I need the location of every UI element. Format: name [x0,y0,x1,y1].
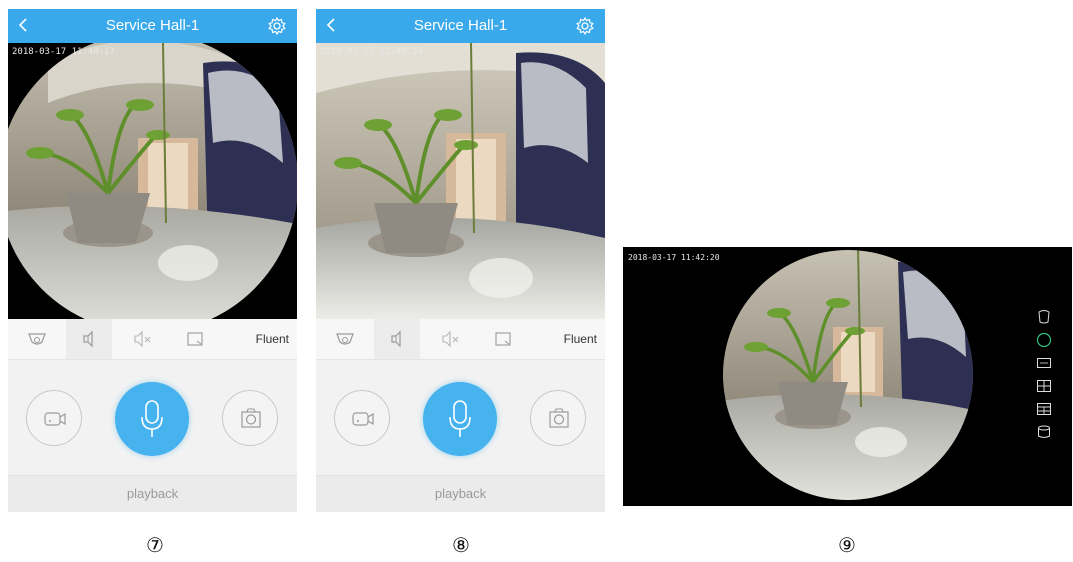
cylinder-mode-icon[interactable] [1036,424,1052,440]
playback-button[interactable]: playback [316,475,605,512]
record-button[interactable] [26,390,82,446]
quad-split-icon[interactable] [1036,378,1052,394]
mute-icon [134,330,151,348]
circle-mode-icon[interactable] [1036,332,1052,348]
talk-button[interactable] [115,382,189,456]
snapshot-icon [549,408,569,428]
fisheye-mode-icon[interactable] [1036,309,1052,325]
control-panel [8,360,297,475]
stream-quality-selector[interactable]: Fluent [564,332,597,346]
dewarped-video-frame [316,43,605,319]
video-toolbar: Fluent [8,319,297,360]
record-video-icon [352,412,374,426]
figure-caption-8: ⑧ [452,533,470,557]
page-title: Service Hall-1 [413,17,508,34]
fullscreen-button[interactable] [172,319,218,359]
video-timestamp: 2018-03-17 11:40:24 [320,47,423,57]
figure-caption-7: ⑦ [146,533,164,557]
fullscreen-icon [495,332,511,346]
mute-button[interactable] [427,319,473,359]
gear-icon[interactable] [575,16,595,36]
fullscreen-button[interactable] [480,319,526,359]
control-panel [316,360,605,475]
record-button[interactable] [334,390,390,446]
view-mode-button[interactable] [14,319,60,359]
speaker-icon [391,330,401,348]
fullscreen-icon [187,332,203,346]
video-timestamp: 2018-03-17 11:42:20 [628,253,720,262]
video-timestamp: 2018-03-17 11:40:17 [12,47,115,57]
record-video-icon [44,412,66,426]
mute-button[interactable] [119,319,165,359]
fisheye-view-icon [28,333,46,345]
gear-icon[interactable] [267,16,287,36]
fisheye-video-frame [8,43,297,319]
page-title: Service Hall-1 [105,17,200,34]
speaker-button[interactable] [66,319,112,359]
snapshot-icon [241,408,261,428]
view-mode-button[interactable] [322,319,368,359]
mute-icon [442,330,459,348]
speaker-icon [83,330,93,348]
microphone-icon [449,400,471,437]
live-video-view[interactable]: 2018-03-17 11:40:17 [8,43,297,319]
panorama-mode-icon[interactable] [1036,355,1052,371]
fisheye-video-frame [723,250,973,500]
live-video-view[interactable]: 2018-03-17 11:40:24 [316,43,605,319]
view-mode-sidebar [1036,309,1052,447]
fisheye-view-icon [336,333,354,345]
figure-caption-9: ⑨ [838,533,856,557]
speaker-button[interactable] [374,319,420,359]
landscape-video-view[interactable]: 2018-03-17 11:42:20 [623,247,1072,506]
snapshot-button[interactable] [222,390,278,446]
phone-screen-2: Service Hall-1 2018-03-17 11:40:24 Fluen… [316,9,605,512]
stream-quality-selector[interactable]: Fluent [256,332,289,346]
app-header: Service Hall-1 [316,9,605,43]
playback-button[interactable]: playback [8,475,297,512]
microphone-icon [141,400,163,437]
talk-button[interactable] [423,382,497,456]
phone-screen-1: Service Hall-1 2018-03-17 11:40:17 Fluen… [8,9,297,512]
split-view-icon[interactable] [1036,401,1052,417]
app-header: Service Hall-1 [8,9,297,43]
video-toolbar: Fluent [316,319,605,360]
snapshot-button[interactable] [530,390,586,446]
